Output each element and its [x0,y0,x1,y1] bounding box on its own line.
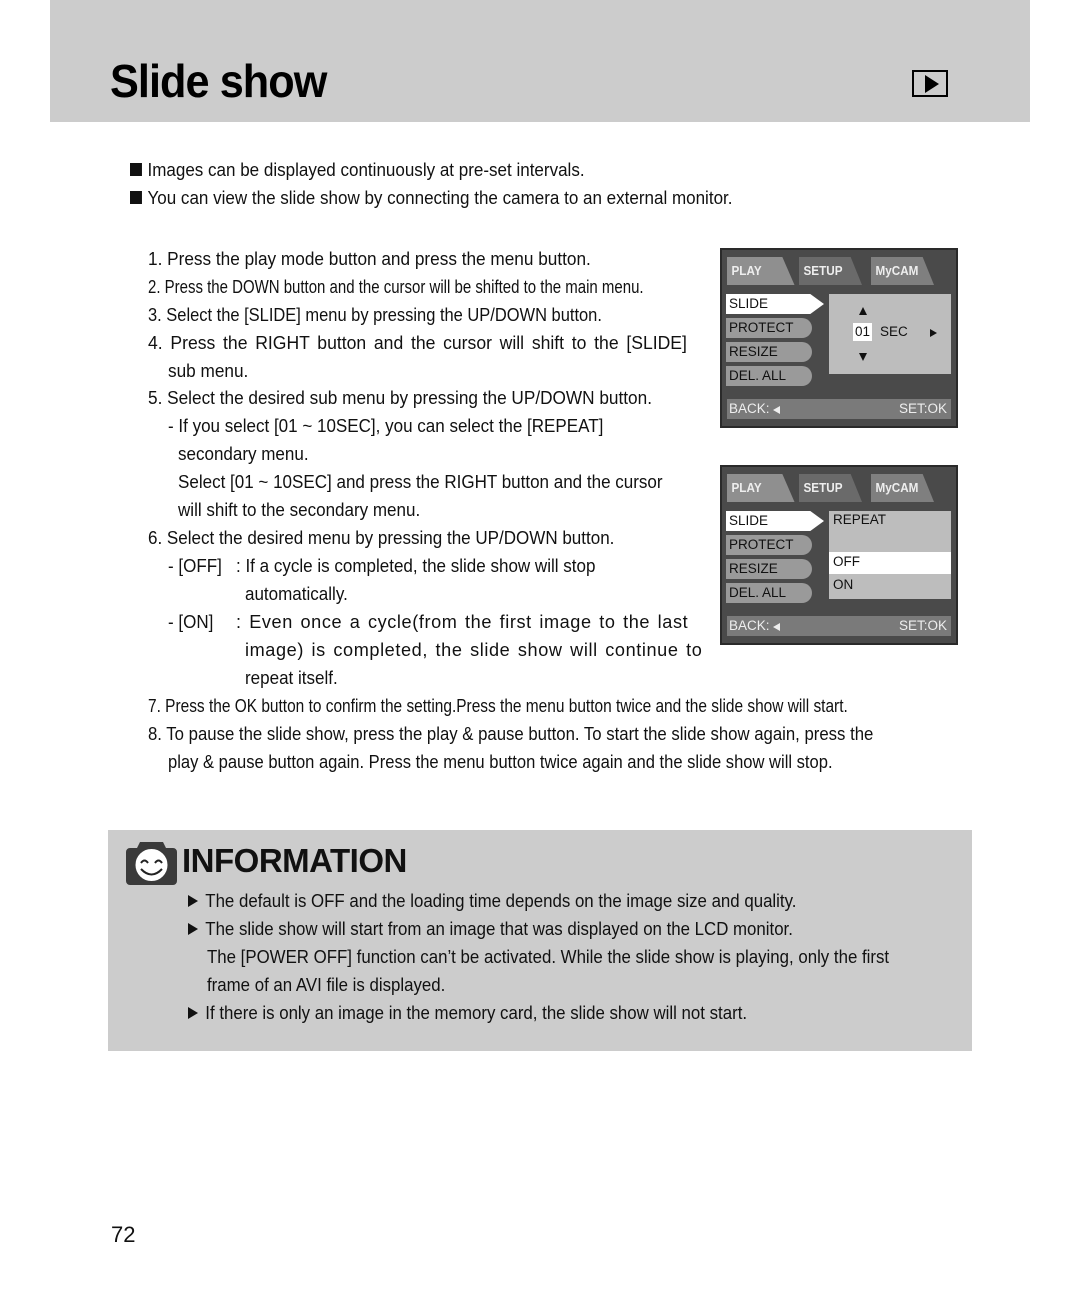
square-bullet-icon [130,163,142,176]
step-6-on-desc-end: repeat itself. [245,667,338,688]
lcd-screen-repeat: PLAY SETUP MyCAM SLIDE PROTECT RESIZE DE… [720,465,958,645]
menu-item-resize: RESIZE [726,559,812,579]
step-8: 8. To pause the slide show, press the pl… [148,723,874,744]
step-5-note-2: Select [01 ~ 10SEC] and press the RIGHT … [178,471,663,492]
right-arrow-icon [930,329,937,337]
down-arrow-icon [859,353,867,361]
info-item: The default is OFF and the loading time … [188,890,796,912]
information-title: INFORMATION [182,842,407,879]
page-title: Slide show [110,55,327,107]
info-text: The default is OFF and the loading time … [205,890,797,911]
up-arrow-icon [859,307,867,315]
intro-text: You can view the slide show by connectin… [147,187,733,208]
intro-text: Images can be displayed continuously at … [147,159,585,180]
page-number: 72 [111,1222,136,1247]
smiling-camera-icon [126,842,177,885]
info-text: The slide show will start from an image … [205,918,793,939]
left-arrow-icon [772,406,780,414]
square-bullet-icon [130,191,142,204]
tab-mycam: MyCAM [871,257,934,285]
information-box: INFORMATION The default is OFF and the l… [108,830,972,1051]
tab-setup: SETUP [799,257,862,285]
menu-item-protect: PROTECT [726,535,812,555]
step-6-on-desc-cont: image) is completed, the slide show will… [245,639,703,660]
step-4: 4. Press the RIGHT button and the cursor… [148,332,687,353]
back-hint: BACK: [729,616,780,636]
step-4-cont: sub menu. [168,360,249,381]
tab-play: PLAY [727,474,795,502]
interval-panel: 01 SEC [829,294,951,374]
interval-value: 01 [853,323,873,341]
menu-item-slide: SLIDE [726,511,824,531]
step-6-off-label: - [OFF] [168,555,222,576]
step-6-off-desc-cont: automatically. [245,583,348,604]
page-header: Slide show [50,0,1030,122]
interval-unit: SEC [880,324,908,339]
lcd-screen-interval: PLAY SETUP MyCAM SLIDE PROTECT RESIZE DE… [720,248,958,428]
step-6-on-label: - [ON] [168,611,214,632]
lcd-footer: BACK: SET:OK [727,399,951,419]
menu-item-del-all: DEL. ALL [726,583,812,603]
step-7: 7. Press the OK button to confirm the se… [148,695,848,716]
option-off: OFF [829,552,951,574]
arrow-bullet-icon [188,923,199,935]
menu-item-protect: PROTECT [726,318,812,338]
info-item: If there is only an image in the memory … [188,1002,747,1024]
menu-item-slide: SLIDE [726,294,824,314]
step-5: 5. Select the desired sub menu by pressi… [148,387,652,408]
menu-item-resize: RESIZE [726,342,812,362]
step-5-note: - If you select [01 ~ 10SEC], you can se… [168,415,604,436]
intro-bullet: You can view the slide show by connectin… [130,187,732,209]
intro-bullet: Images can be displayed continuously at … [130,159,585,181]
arrow-bullet-icon [188,895,199,907]
tab-play: PLAY [727,257,795,285]
step-5-note-cont: secondary menu. [178,443,309,464]
info-item-cont: The [POWER OFF] function can’t be activa… [207,946,890,967]
set-hint: SET:OK [898,618,947,633]
menu-item-del-all: DEL. ALL [726,366,812,386]
play-mode-icon [912,70,948,97]
step-3: 3. Select the [SLIDE] menu by pressing t… [148,304,602,325]
set-hint: SET:OK [898,401,947,416]
step-6-on-desc: : Even once a cycle(from the first image… [236,611,689,632]
left-arrow-icon [772,623,780,631]
arrow-bullet-icon [188,1007,199,1019]
step-8-cont: play & pause button again. Press the men… [168,751,833,772]
step-2: 2. Press the DOWN button and the cursor … [148,276,644,297]
back-label: BACK: [729,618,770,633]
tab-mycam: MyCAM [871,474,934,502]
lcd-footer: BACK: SET:OK [727,616,951,636]
back-hint: BACK: [729,399,780,419]
info-text: If there is only an image in the memory … [205,1002,748,1023]
step-6: 6. Select the desired menu by pressing t… [148,527,615,548]
tab-setup: SETUP [799,474,862,502]
step-6-off-desc: : If a cycle is completed, the slide sho… [236,555,596,576]
info-item-cont: frame of an AVI file is displayed. [207,974,446,995]
step-1: 1. Press the play mode button and press … [148,248,591,269]
step-5-note-2-cont: will shift to the secondary menu. [178,499,421,520]
info-item: The slide show will start from an image … [188,918,793,940]
back-label: BACK: [729,401,770,416]
repeat-title: REPEAT [833,512,887,527]
option-on: ON [833,577,854,592]
